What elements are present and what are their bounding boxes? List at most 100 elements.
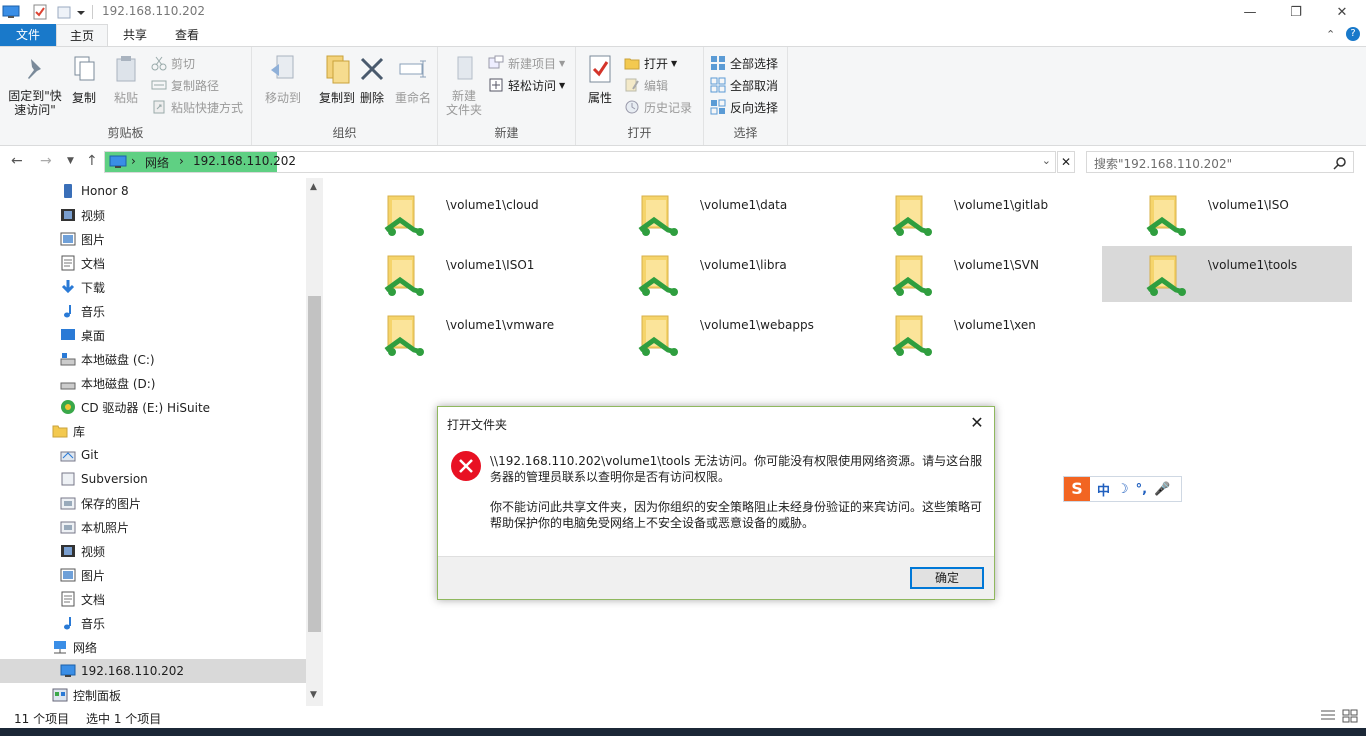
scroll-down-icon[interactable]: ▼: [310, 690, 317, 700]
open-dropdown-icon: ▼: [671, 58, 678, 68]
folder-item[interactable]: \volume1\vmware: [340, 306, 590, 362]
folder-item-selected[interactable]: \volume1\tools: [1102, 246, 1352, 302]
sidebar-item-drive-d[interactable]: 本地磁盘 (D:): [60, 371, 155, 395]
sidebar-item-git[interactable]: Git: [60, 443, 98, 467]
history-button[interactable]: 历史记录: [624, 97, 692, 117]
invert-selection-button[interactable]: 反向选择: [710, 97, 778, 117]
rename-button[interactable]: 重命名: [392, 53, 434, 106]
sidebar-item-lib-pictures[interactable]: 图片: [60, 563, 105, 587]
sidebar-item-lib-music[interactable]: 音乐: [60, 611, 105, 635]
edit-button[interactable]: 编辑: [624, 75, 668, 95]
breadcrumb-chevron-icon[interactable]: ›: [179, 154, 184, 168]
tab-view[interactable]: 查看: [162, 24, 212, 46]
back-arrow-icon[interactable]: ←: [11, 153, 23, 169]
sidebar-item-drive-c[interactable]: 本地磁盘 (C:): [60, 347, 155, 371]
sidebar-item-pictures[interactable]: 图片: [60, 227, 105, 251]
copy-button[interactable]: 复制: [66, 53, 102, 106]
sidebar-item-cd-drive[interactable]: CD 驱动器 (E:) HiSuite: [60, 395, 210, 419]
sidebar-item-lib-videos[interactable]: 视频: [60, 539, 105, 563]
easy-access-button[interactable]: 轻松访问 ▼: [488, 75, 565, 95]
folder-item[interactable]: \volume1\gitlab: [848, 186, 1098, 242]
punctuation-icon[interactable]: °,: [1136, 482, 1147, 497]
large-icons-view-icon[interactable]: [1342, 709, 1358, 726]
select-all-button[interactable]: 全部选择: [710, 53, 778, 73]
tab-share[interactable]: 共享: [110, 24, 160, 46]
folder-item[interactable]: \volume1\SVN: [848, 246, 1098, 302]
sogou-logo[interactable]: S: [1064, 477, 1090, 501]
app-icon: [2, 3, 20, 21]
quick-access-dropdown-icon[interactable]: [76, 3, 86, 21]
sidebar-item-label: 图片: [81, 568, 106, 583]
tab-home[interactable]: 主页: [56, 24, 108, 46]
breadcrumb-chevron-icon[interactable]: ›: [131, 154, 136, 168]
tab-file[interactable]: 文件: [0, 24, 56, 46]
moon-icon[interactable]: ☽: [1117, 482, 1129, 497]
sidebar-item-videos[interactable]: 视频: [60, 203, 105, 227]
close-window-button[interactable]: ✕: [1319, 0, 1365, 24]
paste-button[interactable]: 粘贴: [108, 53, 144, 106]
pin-quick-access-button[interactable]: 固定到"快速访问": [4, 53, 66, 117]
forward-arrow-icon[interactable]: →: [40, 153, 52, 169]
help-icon[interactable]: ?: [1346, 27, 1360, 41]
new-item-label: 新建项目: [508, 56, 557, 71]
sidebar-item-downloads[interactable]: 下载: [60, 275, 105, 299]
ok-button[interactable]: 确定: [910, 567, 984, 589]
breadcrumb-host[interactable]: 192.168.110.202: [193, 154, 296, 168]
maximize-button[interactable]: ❐: [1273, 0, 1319, 24]
folder-item[interactable]: \volume1\cloud: [340, 186, 590, 242]
dialog-close-button[interactable]: ✕: [964, 411, 990, 435]
properties-quick-icon[interactable]: [32, 3, 48, 21]
move-to-button[interactable]: 移动到: [258, 53, 308, 106]
minimize-button[interactable]: —: [1227, 0, 1273, 24]
up-arrow-icon[interactable]: ↑: [86, 153, 98, 169]
properties-button[interactable]: 属性: [582, 53, 618, 106]
folder-item[interactable]: \volume1\libra: [594, 246, 844, 302]
ime-toolbar[interactable]: S 中 ☽ °, 🎤: [1063, 476, 1182, 502]
clear-address-button[interactable]: ✕: [1057, 151, 1075, 173]
sidebar-item-subversion[interactable]: Subversion: [60, 467, 148, 491]
new-item-button[interactable]: 新建项目 ▼: [488, 53, 565, 73]
paste-shortcut-button[interactable]: 粘贴快捷方式: [151, 97, 243, 117]
copy-path-button[interactable]: 复制路径: [151, 75, 219, 95]
new-folder-quick-icon[interactable]: [56, 3, 72, 21]
folder-item[interactable]: \volume1\ISO: [1102, 186, 1352, 242]
sidebar-item-control-panel[interactable]: 控制面板: [52, 683, 121, 706]
sidebar-item-desktop[interactable]: 桌面: [60, 323, 105, 347]
sidebar-item-music[interactable]: 音乐: [60, 299, 105, 323]
address-bar[interactable]: › 网络 › 192.168.110.202 ⌄: [104, 151, 1056, 173]
folder-item[interactable]: \volume1\data: [594, 186, 844, 242]
collapse-ribbon-icon[interactable]: ⌃: [1326, 28, 1335, 41]
sidebar-item-label: Subversion: [81, 472, 148, 486]
folder-item[interactable]: \volume1\ISO1: [340, 246, 590, 302]
new-folder-button[interactable]: 新建 文件夹: [444, 53, 484, 117]
scroll-up-icon[interactable]: ▲: [310, 182, 317, 192]
details-view-icon[interactable]: [1320, 709, 1336, 726]
properties-label: 属性: [587, 91, 612, 105]
library-icon: [61, 472, 75, 486]
sidebar-item-documents[interactable]: 文档: [60, 251, 105, 275]
sidebar-item-honor8[interactable]: Honor 8: [60, 179, 129, 203]
sidebar-item-host[interactable]: 192.168.110.202: [0, 659, 306, 683]
folder-item[interactable]: \volume1\webapps: [594, 306, 844, 362]
scrollbar-thumb[interactable]: [308, 296, 321, 632]
select-none-button[interactable]: 全部取消: [710, 75, 778, 95]
sidebar-scrollbar[interactable]: ▲ ▼: [306, 178, 323, 706]
sidebar-item-network[interactable]: 网络: [52, 635, 97, 659]
recent-locations-icon[interactable]: ▼: [67, 156, 74, 166]
address-dropdown-icon[interactable]: ⌄: [1042, 154, 1051, 167]
search-input[interactable]: 搜索"192.168.110.202": [1086, 151, 1354, 173]
folder-name: \volume1\webapps: [700, 318, 814, 332]
sidebar-item-lib-documents[interactable]: 文档: [60, 587, 105, 611]
folder-item[interactable]: \volume1\xen: [848, 306, 1098, 362]
sidebar-item-libraries[interactable]: 库: [52, 419, 85, 443]
breadcrumb-network[interactable]: 网络: [145, 154, 169, 171]
shared-folder-icon: [892, 195, 932, 236]
ime-mode-chinese[interactable]: 中: [1097, 480, 1110, 499]
microphone-icon[interactable]: 🎤: [1154, 482, 1170, 497]
sidebar-item-label: 192.168.110.202: [81, 664, 185, 678]
delete-button[interactable]: 删除: [354, 53, 390, 106]
open-button[interactable]: 打开 ▼: [624, 53, 677, 73]
sidebar-item-saved-pictures[interactable]: 保存的图片: [60, 491, 141, 515]
sidebar-item-camera-roll[interactable]: 本机照片: [60, 515, 129, 539]
cut-button[interactable]: 剪切: [151, 53, 195, 73]
